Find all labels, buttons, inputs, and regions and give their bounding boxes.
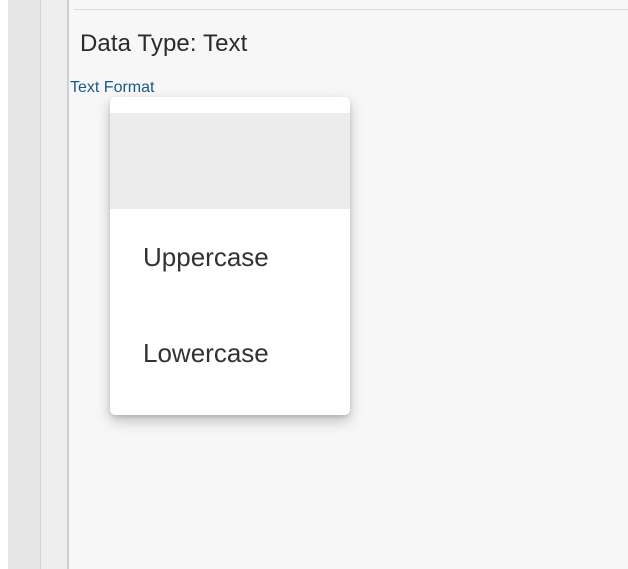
left-gutter	[8, 0, 41, 569]
menu-option-lowercase[interactable]: Lowercase	[110, 305, 350, 401]
text-format-dropdown-menu: Uppercase Lowercase	[110, 97, 350, 415]
text-format-label: Text Format	[70, 79, 155, 96]
left-sidebar-edge	[41, 0, 69, 569]
menu-option-empty[interactable]	[110, 113, 350, 209]
panel-divider	[74, 9, 628, 10]
menu-option-uppercase[interactable]: Uppercase	[110, 209, 350, 305]
data-type-label: Data Type: Text	[80, 30, 248, 57]
app-frame: Data Type: Text Text Format Uppercase Lo…	[0, 0, 628, 569]
